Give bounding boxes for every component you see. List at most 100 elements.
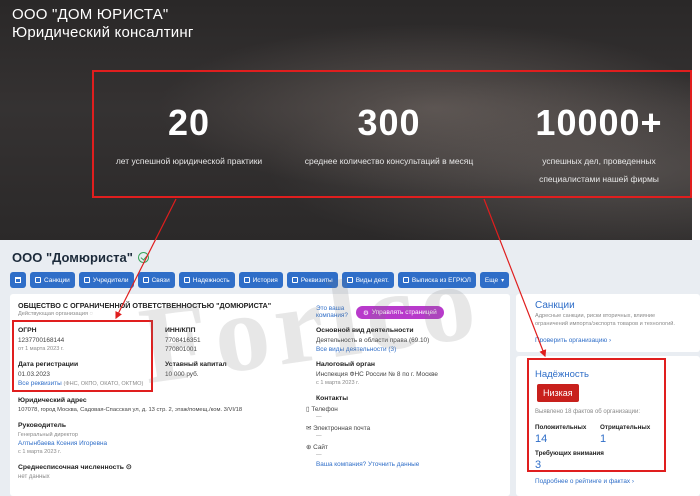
file-icon	[402, 277, 409, 283]
founders-button[interactable]: Учредители	[78, 272, 134, 288]
inn-kpp-label: ИНН/КПП	[165, 327, 196, 334]
button-label: Управлять страницей	[371, 309, 437, 316]
phone-label: Телефон	[311, 406, 338, 413]
shield-icon	[183, 277, 190, 283]
stat-number: 10000+	[535, 102, 663, 143]
site-value: —	[316, 452, 322, 458]
document-icon	[291, 277, 298, 283]
tax-authority-label: Налоговый орган	[316, 361, 376, 368]
button-label: Учредители	[92, 276, 129, 284]
links-button[interactable]: Связи	[137, 272, 175, 288]
button-label: Санкции	[44, 276, 70, 284]
own-company-question[interactable]: Это ваша компания?	[316, 305, 348, 319]
stat-number: 300	[357, 102, 421, 143]
stat-years: 20 лет успешной юридической практики	[94, 102, 284, 170]
head-role: Генеральный директор	[18, 432, 78, 438]
head-name-link[interactable]: Алтынбаева Ксения Игоревна	[18, 440, 107, 447]
link-label: Подробнее о рейтинге и фактах	[535, 478, 631, 485]
company-name: ООО "Домюриста"	[12, 250, 133, 265]
capital-value: 10 000 руб.	[165, 371, 199, 378]
network-icon	[142, 277, 149, 283]
phone-icon: ▯	[306, 406, 310, 413]
tax-authority-date: с 1 марта 2023 г.	[316, 380, 360, 386]
hero-title-line1: ООО "ДОМ ЮРИСТА"	[12, 6, 169, 23]
rating-details-link[interactable]: Подробнее о рейтинге и фактах ›	[535, 478, 634, 485]
sanctions-text-line2: ограничений импорта/экспорта товаров и т…	[535, 321, 675, 327]
stats-highlight-box: 20 лет успешной юридической практики 300…	[92, 70, 692, 198]
stat-caption: лет успешной юридической практики	[115, 156, 263, 166]
gear-icon: ⚙	[363, 309, 369, 317]
hero-title-line2: Юридический консалтинг	[12, 24, 194, 41]
company-toolbar: Санкции Учредители Связи Надежность Исто…	[10, 272, 510, 288]
stat-cases: 10000+ успешных дел, проведенных специал…	[499, 102, 699, 188]
capital-label: Уставный капитал	[165, 361, 227, 368]
stat-caption: успешных дел, проведенных специалистами …	[499, 152, 699, 188]
status-text: Действующая организация	[18, 311, 89, 317]
manage-page-button[interactable]: ⚙ Управлять страницей	[356, 306, 444, 319]
inn-value: 7708416351	[165, 337, 201, 344]
check-organization-link[interactable]: Проверить организацию ›	[535, 337, 611, 344]
chevron-down-icon: ▾	[501, 277, 505, 284]
phone-value: —	[316, 414, 322, 420]
stat-caption-line2: специалистами нашей фирмы	[539, 174, 659, 184]
tax-authority-value: Инспекция ФНС России № 8 по г. Москве	[316, 371, 438, 378]
globe-icon: ⊕	[306, 444, 312, 451]
button-label: История	[252, 276, 278, 284]
main-activity-label: Основной вид деятельности	[316, 327, 414, 334]
link-label: Проверить организацию	[535, 337, 608, 344]
mail-icon: ✉	[306, 425, 312, 432]
stat-caption: среднее количество консультаций в месяц	[304, 156, 474, 166]
main-activity-value: Деятельность в области права (69.10)	[316, 337, 430, 344]
verified-check-icon	[137, 252, 149, 263]
staff-label-text: Среднесписочная численность	[18, 464, 124, 471]
list-icon	[346, 277, 353, 283]
sanctions-title: Санкции	[535, 300, 575, 311]
head-date: с 1 марта 2023 г.	[18, 449, 62, 455]
history-button[interactable]: История	[238, 272, 283, 288]
sanctions-button[interactable]: Санкции	[30, 272, 75, 288]
company-name-heading: ООО "Домюриста"	[12, 250, 149, 265]
egrul-extract-button[interactable]: Выписка из ЕГРЮЛ	[397, 272, 476, 288]
button-label: Выписка из ЕГРЮЛ	[411, 276, 471, 284]
info-icon[interactable]: ⊙	[126, 464, 132, 471]
company-full-name: ОБЩЕСТВО С ОГРАНИЧЕННОЙ ОТВЕТСТВЕННОСТЬЮ…	[18, 301, 272, 310]
clock-icon	[243, 277, 250, 283]
check-icon: ◌	[89, 311, 93, 317]
own-company-line1: Это ваша	[316, 305, 345, 312]
all-activities-link[interactable]: Все виды деятельности (3)	[316, 346, 396, 353]
phone-row: ▯ Телефон	[306, 405, 338, 413]
more-button[interactable]: Еще ▾	[479, 272, 510, 288]
people-icon	[83, 277, 90, 283]
sanctions-icon	[35, 277, 41, 283]
home-button[interactable]	[10, 272, 26, 288]
stat-number: 20	[167, 102, 211, 143]
button-label: Виды деят.	[355, 276, 389, 284]
stat-consultations: 300 среднее количество консультаций в ме…	[289, 102, 489, 170]
chevron-right-icon: ›	[631, 478, 635, 485]
activities-button[interactable]: Виды деят.	[341, 272, 394, 288]
button-label: Еще	[484, 276, 499, 284]
head-label: Руководитель	[18, 422, 67, 429]
clarify-data-link[interactable]: Ваша компания? Уточнить данные	[316, 461, 419, 468]
home-icon	[15, 277, 21, 283]
button-label: Связи	[151, 276, 170, 284]
email-value: —	[316, 433, 322, 439]
hero-banner: ООО "ДОМ ЮРИСТА" Юридический консалтинг …	[0, 0, 700, 240]
contacts-label: Контакты	[316, 395, 349, 402]
company-status: Действующая организация ◌	[18, 311, 93, 317]
chevron-right-icon: ›	[608, 337, 612, 344]
sanctions-text-line1: Адресные санкции, риски вторичных, влиян…	[535, 313, 656, 319]
email-label: Электронная почта	[313, 425, 371, 432]
kpp-value: 770801001	[165, 346, 197, 353]
requisites-button[interactable]: Реквизиты	[286, 272, 338, 288]
stat-caption-line1: успешных дел, проведенных	[542, 156, 656, 166]
own-company-line2: компания?	[316, 312, 348, 319]
email-row: ✉ Электронная почта	[306, 424, 370, 432]
site-row: ⊕ Сайт	[306, 443, 328, 451]
hero-title: ООО "ДОМ ЮРИСТА" Юридический консалтинг	[12, 6, 194, 42]
ogrn-annotation-box	[12, 320, 153, 392]
staff-label: Среднесписочная численность ⊙	[18, 463, 132, 471]
reliability-button[interactable]: Надежность	[178, 272, 235, 288]
staff-value: нет данных	[18, 474, 50, 480]
legal-address-label: Юридический адрес	[18, 397, 87, 404]
